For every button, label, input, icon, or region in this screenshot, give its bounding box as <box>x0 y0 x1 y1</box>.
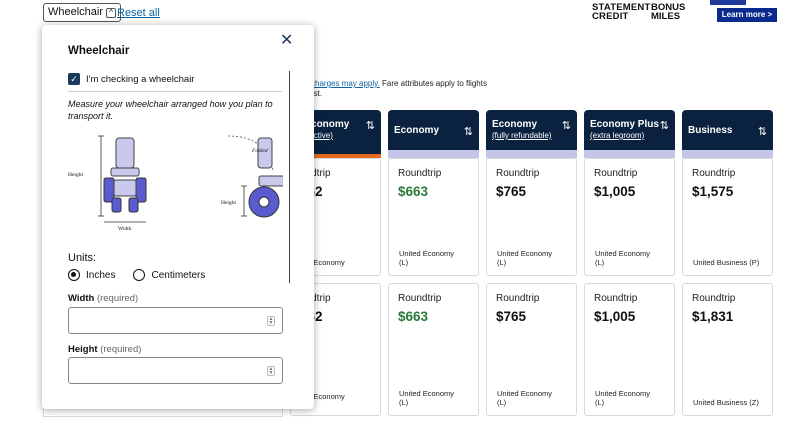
column-stripe <box>388 150 479 158</box>
ad-banner[interactable]: STATEMENT CREDIT BONUS MILES Learn more … <box>588 0 778 22</box>
height-input[interactable]: ▲ ▼ <box>68 357 283 384</box>
sort-icon[interactable]: ⇅ <box>758 125 767 138</box>
units-label: Units: <box>68 252 97 264</box>
stepper-icon[interactable]: ▲ ▼ <box>267 316 275 326</box>
popover-scrollbar[interactable] <box>289 71 290 283</box>
fare-price: $663 <box>398 184 429 199</box>
centimeters-radio[interactable] <box>133 269 146 281</box>
column-name: Economy <box>492 119 538 130</box>
fare-cell[interactable]: Roundtrip $1,005 United Economy (L) <box>584 158 675 276</box>
measure-instructions: Measure your wheelchair arranged how you… <box>68 99 273 121</box>
column-stripe <box>486 150 577 158</box>
fare-product: United Economy (L) <box>595 249 651 267</box>
ad-statement-credit: STATEMENT CREDIT <box>592 3 650 22</box>
fare-price: $765 <box>496 184 527 199</box>
sort-icon[interactable]: ⇅ <box>366 119 375 132</box>
column-name: Business <box>688 125 733 136</box>
column-stripe <box>682 150 773 158</box>
close-icon[interactable]: ✕ <box>280 33 293 49</box>
charges-link[interactable]: charges may apply. <box>311 79 380 88</box>
fare-price: $1,831 <box>692 309 734 324</box>
centimeters-label[interactable]: Centimeters <box>151 270 205 281</box>
checkbox-checked-icon[interactable]: ✓ <box>68 73 80 85</box>
divider <box>68 91 282 92</box>
fare-product: United Economy (L) <box>399 249 455 267</box>
wheelchair-front-icon <box>98 135 147 223</box>
sort-icon[interactable]: ⇅ <box>562 119 571 132</box>
units-radio-group: Inches Centimeters <box>68 269 205 281</box>
inches-radio[interactable] <box>68 269 80 281</box>
fare-cell[interactable]: Roundtrip $1,005 United Economy (L) <box>584 283 675 416</box>
fare-cell[interactable]: Roundtrip $1,575 United Business (P) <box>682 158 773 276</box>
fare-cell[interactable]: Roundtrip $765 United Economy (L) <box>486 158 577 276</box>
trip-type: Roundtrip <box>594 293 638 304</box>
credit-card-image <box>710 0 746 5</box>
trip-type: Roundtrip <box>496 168 540 179</box>
fare-cell[interactable]: Roundtrip $663 United Economy (L) <box>388 158 479 276</box>
trip-type: Roundtrip <box>594 168 638 179</box>
fare-price: $663 <box>398 309 429 324</box>
fare-product: United Business (Z) <box>693 397 759 407</box>
fare-price: $1,005 <box>594 309 636 324</box>
fare-price: $1,575 <box>692 184 734 199</box>
height-required: (required) <box>100 344 142 355</box>
column-name: Economy Plus <box>590 119 659 130</box>
trip-type: Roundtrip <box>398 293 442 304</box>
fare-cell[interactable]: Roundtrip $765 United Economy (L) <box>486 283 577 416</box>
notice-text: Fare attributes apply to flights <box>379 79 487 88</box>
wheelchair-chip-label: Wheelchair <box>48 6 104 18</box>
popover-title: Wheelchair <box>68 45 130 57</box>
width-input[interactable]: ▲ ▼ <box>68 307 283 334</box>
chevron-up-icon: ^ <box>106 7 117 18</box>
width-label: Width <box>118 226 132 232</box>
height-label-left: Height <box>68 172 83 178</box>
ad-line2b: MILES <box>651 11 681 22</box>
column-sub: (extra legroom) <box>590 131 645 140</box>
reset-all-link[interactable]: Reset all <box>117 7 160 19</box>
width-field-label: Width (required) <box>68 293 138 304</box>
sort-icon[interactable]: ⇅ <box>464 125 473 138</box>
fare-notice: charges may apply. Fare attributes apply… <box>311 79 487 99</box>
fare-price: $1,005 <box>594 184 636 199</box>
fare-product: United Economy (L) <box>497 249 553 267</box>
sort-icon[interactable]: ⇅ <box>660 119 669 132</box>
height-label-right: Height <box>221 200 236 206</box>
fare-results-page: Wheelchair ^ Reset all STATEMENT CREDIT … <box>0 0 800 427</box>
height-field-label: Height (required) <box>68 344 141 355</box>
trip-type: Roundtrip <box>692 293 736 304</box>
folded-label: Folded <box>251 148 268 154</box>
ad-line1b: CREDIT <box>592 11 629 22</box>
column-stripe <box>584 150 675 158</box>
wheelchair-checkbox-row[interactable]: ✓ I'm checking a wheelchair <box>68 73 194 85</box>
column-sub: (fully refundable) <box>492 131 552 140</box>
ad-bonus-miles: BONUS MILES <box>651 3 685 22</box>
learn-more-button[interactable]: Learn more > <box>717 8 777 22</box>
fare-product: United Economy (L) <box>497 389 553 407</box>
fare-cell[interactable]: Roundtrip $663 United Economy (L) <box>388 283 479 416</box>
fare-product: United Economy (L) <box>399 389 455 407</box>
fare-cell[interactable]: Roundtrip $1,831 United Business (Z) <box>682 283 773 416</box>
trip-type: Roundtrip <box>692 168 736 179</box>
trip-type: Roundtrip <box>398 168 442 179</box>
width-required: (required) <box>96 293 139 304</box>
wheelchair-illustration: Height Width Height Folded <box>68 135 283 232</box>
inches-label[interactable]: Inches <box>86 270 115 281</box>
fare-product: United Business (P) <box>693 257 760 267</box>
fare-product: United Economy (L) <box>595 389 651 407</box>
fare-price: $765 <box>496 309 527 324</box>
height-label-text: Height <box>68 344 98 355</box>
column-name: Economy <box>394 125 440 136</box>
trip-type: Roundtrip <box>496 293 540 304</box>
checkbox-label: I'm checking a wheelchair <box>86 73 195 85</box>
width-label-text: Width <box>68 293 95 304</box>
wheelchair-popover: Wheelchair ✕ ✓ I'm checking a wheelchair… <box>42 25 314 409</box>
wheelchair-filter-chip[interactable]: Wheelchair ^ <box>43 3 122 22</box>
stepper-icon[interactable]: ▲ ▼ <box>267 366 275 376</box>
